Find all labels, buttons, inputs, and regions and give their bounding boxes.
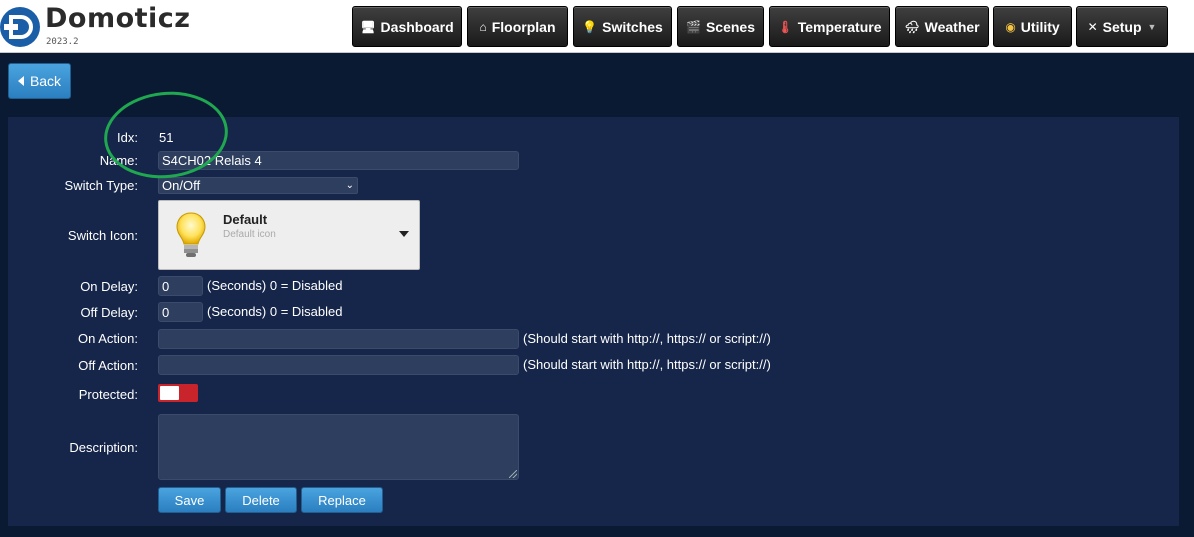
nav-label: Dashboard	[380, 18, 454, 35]
nav-label: Floorplan	[491, 18, 556, 35]
nav-temperature-button[interactable]: 🌡 Temperature	[769, 6, 890, 47]
on-delay-note: (Seconds) 0 = Disabled	[207, 278, 343, 293]
dropdown-arrow-icon	[399, 231, 409, 237]
nav-label: Scenes	[705, 18, 755, 35]
thermometer-icon: 🌡	[777, 19, 793, 34]
tools-icon: ✕	[1087, 19, 1098, 34]
off-delay-input[interactable]: 0	[158, 302, 203, 322]
nav-utility-button[interactable]: ◉ Utility	[993, 6, 1072, 47]
nav-setup-button[interactable]: ✕ Setup ▼	[1076, 6, 1168, 47]
cloud-rain-icon: 🌧	[904, 19, 920, 34]
utility-icon: ◉	[1005, 19, 1016, 34]
nav-floorplan-button[interactable]: ⌂ Floorplan	[467, 6, 568, 47]
nav-label: Switches	[602, 18, 663, 35]
on-action-label: On Action:	[78, 331, 138, 346]
lightbulb-icon	[176, 212, 206, 257]
icon-title: Default	[223, 212, 268, 227]
protected-toggle[interactable]	[158, 384, 198, 402]
app-version: 2023.2	[46, 37, 79, 47]
app-name: Domoticz	[45, 3, 191, 34]
on-action-input[interactable]	[158, 329, 519, 349]
domoticz-logo-icon	[0, 7, 40, 47]
off-delay-label: Off Delay:	[80, 305, 138, 320]
switch-type-label: Switch Type:	[64, 178, 138, 193]
header-bar: Domoticz 2023.2 🖥 Dashboard ⌂ Floorplan …	[0, 0, 1194, 53]
toggle-knob	[160, 386, 179, 400]
off-action-input[interactable]	[158, 355, 519, 375]
on-delay-label: On Delay:	[80, 279, 138, 294]
description-textarea[interactable]	[158, 414, 519, 480]
icon-subtitle: Default icon	[223, 229, 276, 240]
protected-label: Protected:	[78, 387, 138, 402]
description-label: Description:	[69, 440, 138, 455]
switch-icon-label: Switch Icon:	[67, 228, 138, 243]
nav-scenes-button[interactable]: 🎬 Scenes	[677, 6, 764, 47]
on-action-note: (Should start with http://, https:// or …	[523, 331, 771, 346]
back-button[interactable]: Back	[8, 63, 71, 99]
bulb-icon: 💡	[582, 19, 598, 34]
chevron-down-icon: ⌄	[345, 180, 354, 191]
save-button[interactable]: Save	[158, 487, 221, 513]
on-delay-input[interactable]: 0	[158, 276, 203, 296]
nav-label: Utility	[1020, 18, 1060, 35]
back-label: Back	[29, 73, 62, 89]
off-delay-note: (Seconds) 0 = Disabled	[207, 304, 343, 319]
replace-button[interactable]: Replace	[301, 487, 383, 513]
nav-weather-button[interactable]: 🌧 Weather	[895, 6, 989, 47]
off-action-label: Off Action:	[78, 358, 138, 373]
nav-label: Setup	[1102, 18, 1142, 35]
nav-switches-button[interactable]: 💡 Switches	[573, 6, 672, 47]
switch-type-select[interactable]: On/Off ⌄	[158, 177, 358, 194]
switch-icon-picker[interactable]: Default Default icon	[158, 200, 420, 270]
nav-label: Weather	[924, 18, 980, 35]
nav-label: Temperature	[797, 18, 882, 35]
app-logo[interactable]: Domoticz 2023.2	[0, 3, 190, 49]
caret-down-icon: ▼	[1147, 21, 1157, 32]
clapperboard-icon: 🎬	[686, 19, 701, 34]
resize-grip-icon[interactable]	[509, 470, 517, 478]
nav-dashboard-button[interactable]: 🖥 Dashboard	[352, 6, 462, 47]
floorplan-icon: ⌂	[479, 19, 487, 34]
delete-button[interactable]: Delete	[225, 487, 297, 513]
dashboard-icon: 🖥	[360, 19, 376, 34]
chevron-left-icon	[17, 76, 24, 86]
off-action-note: (Should start with http://, https:// or …	[523, 357, 771, 372]
switch-type-value: On/Off	[162, 178, 201, 193]
